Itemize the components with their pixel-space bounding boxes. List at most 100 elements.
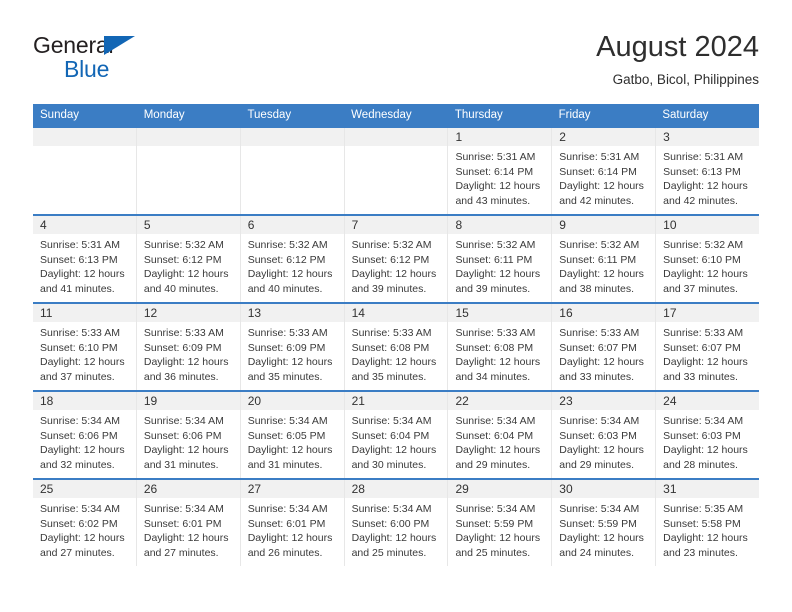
calendar-day-cell[interactable]: 27 Sunrise: 5:34 AM Sunset: 6:01 PM Dayligh… [240,480,345,566]
daylight-duration-line2: and 37 minutes. [40,370,115,383]
sunrise-time: Sunrise: 5:31 AM [455,151,536,163]
daylight-duration-line1: Daylight: 12 hours [455,444,541,457]
sunset-time: Sunset: 5:59 PM [455,517,534,530]
sunrise-time: Sunrise: 5:32 AM [143,239,224,251]
calendar-day-cell[interactable]: 19 Sunrise: 5:34 AM Sunset: 6:06 PM Dayligh… [136,392,241,478]
sunset-time: Sunset: 6:03 PM [663,429,741,442]
day-sun-info: Sunrise: 5:34 AM Sunset: 6:00 PM Daylight:… [345,498,448,560]
sunrise-time: Sunrise: 5:34 AM [455,415,536,427]
calendar-week-row: 11 Sunrise: 5:33 AM Sunset: 6:10 PM Dayligh… [33,302,760,390]
calendar-day-cell[interactable]: 21 Sunrise: 5:34 AM Sunset: 6:04 PM Dayligh… [344,392,449,478]
day-sun-info: Sunrise: 5:34 AM Sunset: 6:06 PM Daylight:… [137,410,240,472]
daylight-duration-line1: Daylight: 12 hours [143,532,229,545]
daylight-duration-line1: Daylight: 12 hours [559,180,644,193]
calendar-week-row: 1 Sunrise: 5:31 AM Sunset: 6:14 PM Daylight… [33,126,760,214]
daylight-duration-line1: Daylight: 12 hours [455,180,541,193]
daylight-duration-line2: and 24 minutes. [559,546,635,559]
calendar-day-cell[interactable]: 23 Sunrise: 5:34 AM Sunset: 6:03 PM Dayligh… [552,392,657,478]
daylight-duration-line1: Daylight: 12 hours [40,444,125,457]
calendar-day-cell[interactable]: 20 Sunrise: 5:34 AM Sunset: 6:05 PM Dayligh… [240,392,345,478]
sunrise-time: Sunrise: 5:33 AM [143,327,224,339]
calendar-day-cell[interactable]: 1 Sunrise: 5:31 AM Sunset: 6:14 PM Daylight… [448,128,553,214]
calendar-day-cell[interactable]: 26 Sunrise: 5:34 AM Sunset: 6:01 PM Dayligh… [136,480,241,566]
day-number: 1 [448,128,552,146]
daylight-duration-line1: Daylight: 12 hours [143,356,229,369]
calendar-day-cell[interactable]: 28 Sunrise: 5:34 AM Sunset: 6:00 PM Dayligh… [344,480,449,566]
daylight-duration-line1: Daylight: 12 hours [351,444,437,457]
sunset-time: Sunset: 6:07 PM [663,341,741,354]
calendar-day-cell[interactable]: 8 Sunrise: 5:32 AM Sunset: 6:11 PM Daylight… [448,216,553,302]
sunrise-time: Sunrise: 5:35 AM [663,503,744,515]
calendar-week-row: 4 Sunrise: 5:31 AM Sunset: 6:13 PM Daylight… [33,214,760,302]
sunrise-time: Sunrise: 5:34 AM [559,415,640,427]
sunset-time: Sunset: 6:01 PM [247,517,326,530]
calendar-day-cell[interactable]: 6 Sunrise: 5:32 AM Sunset: 6:12 PM Daylight… [240,216,345,302]
daylight-duration-line1: Daylight: 12 hours [351,268,437,281]
calendar-day-cell[interactable]: 7 Sunrise: 5:32 AM Sunset: 6:12 PM Daylight… [344,216,449,302]
day-number [33,128,136,146]
sunrise-time: Sunrise: 5:34 AM [143,503,224,515]
logo-triangle-icon [104,36,135,55]
daylight-duration-line2: and 27 minutes. [143,546,219,559]
day-number: 3 [656,128,760,146]
calendar-day-cell[interactable]: 16 Sunrise: 5:33 AM Sunset: 6:07 PM Dayligh… [552,304,657,390]
daylight-duration-line1: Daylight: 12 hours [247,532,333,545]
daylight-duration-line2: and 36 minutes. [143,370,219,383]
day-number: 28 [344,480,448,498]
calendar-day-cell[interactable]: 24 Sunrise: 5:34 AM Sunset: 6:03 PM Dayligh… [656,392,760,478]
daylight-duration-line1: Daylight: 12 hours [663,268,748,281]
sunrise-time: Sunrise: 5:32 AM [663,239,744,251]
sunrise-time: Sunrise: 5:34 AM [143,415,224,427]
calendar-day-cell[interactable]: 9 Sunrise: 5:32 AM Sunset: 6:11 PM Daylight… [552,216,657,302]
calendar-day-cell[interactable]: 31 Sunrise: 5:35 AM Sunset: 5:58 PM Dayligh… [656,480,760,566]
calendar-day-cell[interactable]: 14 Sunrise: 5:33 AM Sunset: 6:08 PM Dayligh… [344,304,449,390]
calendar-day-cell[interactable]: 30 Sunrise: 5:34 AM Sunset: 5:59 PM Dayligh… [552,480,657,566]
sunrise-time: Sunrise: 5:34 AM [40,503,120,515]
calendar-day-cell[interactable]: 22 Sunrise: 5:34 AM Sunset: 6:04 PM Dayligh… [448,392,553,478]
weekday-header-thursday: Thursday [454,109,503,121]
day-sun-info: Sunrise: 5:32 AM Sunset: 6:12 PM Daylight:… [241,234,344,296]
sunset-time: Sunset: 6:13 PM [40,253,118,266]
day-sun-info: Sunrise: 5:34 AM Sunset: 6:02 PM Daylight:… [33,498,136,560]
day-sun-info: Sunrise: 5:34 AM Sunset: 6:03 PM Daylight:… [656,410,759,472]
sunrise-time: Sunrise: 5:34 AM [40,415,120,427]
sunset-time: Sunset: 6:14 PM [455,165,534,178]
sunrise-time: Sunrise: 5:31 AM [663,151,744,163]
day-number: 30 [552,480,656,498]
sunrise-time: Sunrise: 5:34 AM [455,503,536,515]
calendar-day-cell[interactable]: 25 Sunrise: 5:34 AM Sunset: 6:02 PM Dayligh… [33,480,137,566]
daylight-duration-line2: and 33 minutes. [663,370,738,383]
weekday-header-friday: Friday [558,109,591,121]
daylight-duration-line1: Daylight: 12 hours [559,532,644,545]
day-number: 9 [552,216,656,234]
calendar-day-cell[interactable]: 10 Sunrise: 5:32 AM Sunset: 6:10 PM Dayligh… [656,216,760,302]
calendar-day-cell[interactable]: 12 Sunrise: 5:33 AM Sunset: 6:09 PM Dayligh… [136,304,241,390]
calendar-day-cell[interactable]: 17 Sunrise: 5:33 AM Sunset: 6:07 PM Dayligh… [656,304,760,390]
calendar-day-cell[interactable]: 13 Sunrise: 5:33 AM Sunset: 6:09 PM Dayligh… [240,304,345,390]
calendar-day-cell[interactable]: 5 Sunrise: 5:32 AM Sunset: 6:12 PM Daylight… [136,216,241,302]
calendar-day-cell[interactable]: 18 Sunrise: 5:34 AM Sunset: 6:06 PM Dayligh… [33,392,137,478]
calendar-day-cell[interactable]: 3 Sunrise: 5:31 AM Sunset: 6:13 PM Daylight… [656,128,760,214]
sunset-time: Sunset: 6:02 PM [40,517,118,530]
calendar-day-cell[interactable]: 11 Sunrise: 5:33 AM Sunset: 6:10 PM Dayligh… [33,304,137,390]
calendar-day-cell[interactable]: 4 Sunrise: 5:31 AM Sunset: 6:13 PM Daylight… [33,216,137,302]
daylight-duration-line2: and 39 minutes. [455,282,531,295]
calendar-day-cell[interactable]: 2 Sunrise: 5:31 AM Sunset: 6:14 PM Daylight… [552,128,657,214]
daylight-duration-line1: Daylight: 12 hours [663,180,748,193]
calendar-day-cell[interactable]: 15 Sunrise: 5:33 AM Sunset: 6:08 PM Dayligh… [448,304,553,390]
sunrise-time: Sunrise: 5:33 AM [40,327,120,339]
daylight-duration-line1: Daylight: 12 hours [247,444,333,457]
calendar-day-cell[interactable]: 29 Sunrise: 5:34 AM Sunset: 5:59 PM Dayligh… [448,480,553,566]
day-number: 7 [344,216,448,234]
sunset-time: Sunset: 6:06 PM [143,429,222,442]
generalblue-logo[interactable]: General Blue [33,34,253,90]
sunset-time: Sunset: 6:11 PM [455,253,533,266]
day-number: 24 [656,392,760,410]
day-number: 5 [136,216,240,234]
sunset-time: Sunset: 6:05 PM [247,429,326,442]
daylight-duration-line2: and 34 minutes. [455,370,531,383]
day-sun-info: Sunrise: 5:32 AM Sunset: 6:10 PM Daylight:… [656,234,759,296]
day-sun-info: Sunrise: 5:33 AM Sunset: 6:08 PM Daylight:… [448,322,551,384]
sunrise-time: Sunrise: 5:31 AM [559,151,640,163]
daylight-duration-line1: Daylight: 12 hours [143,444,229,457]
